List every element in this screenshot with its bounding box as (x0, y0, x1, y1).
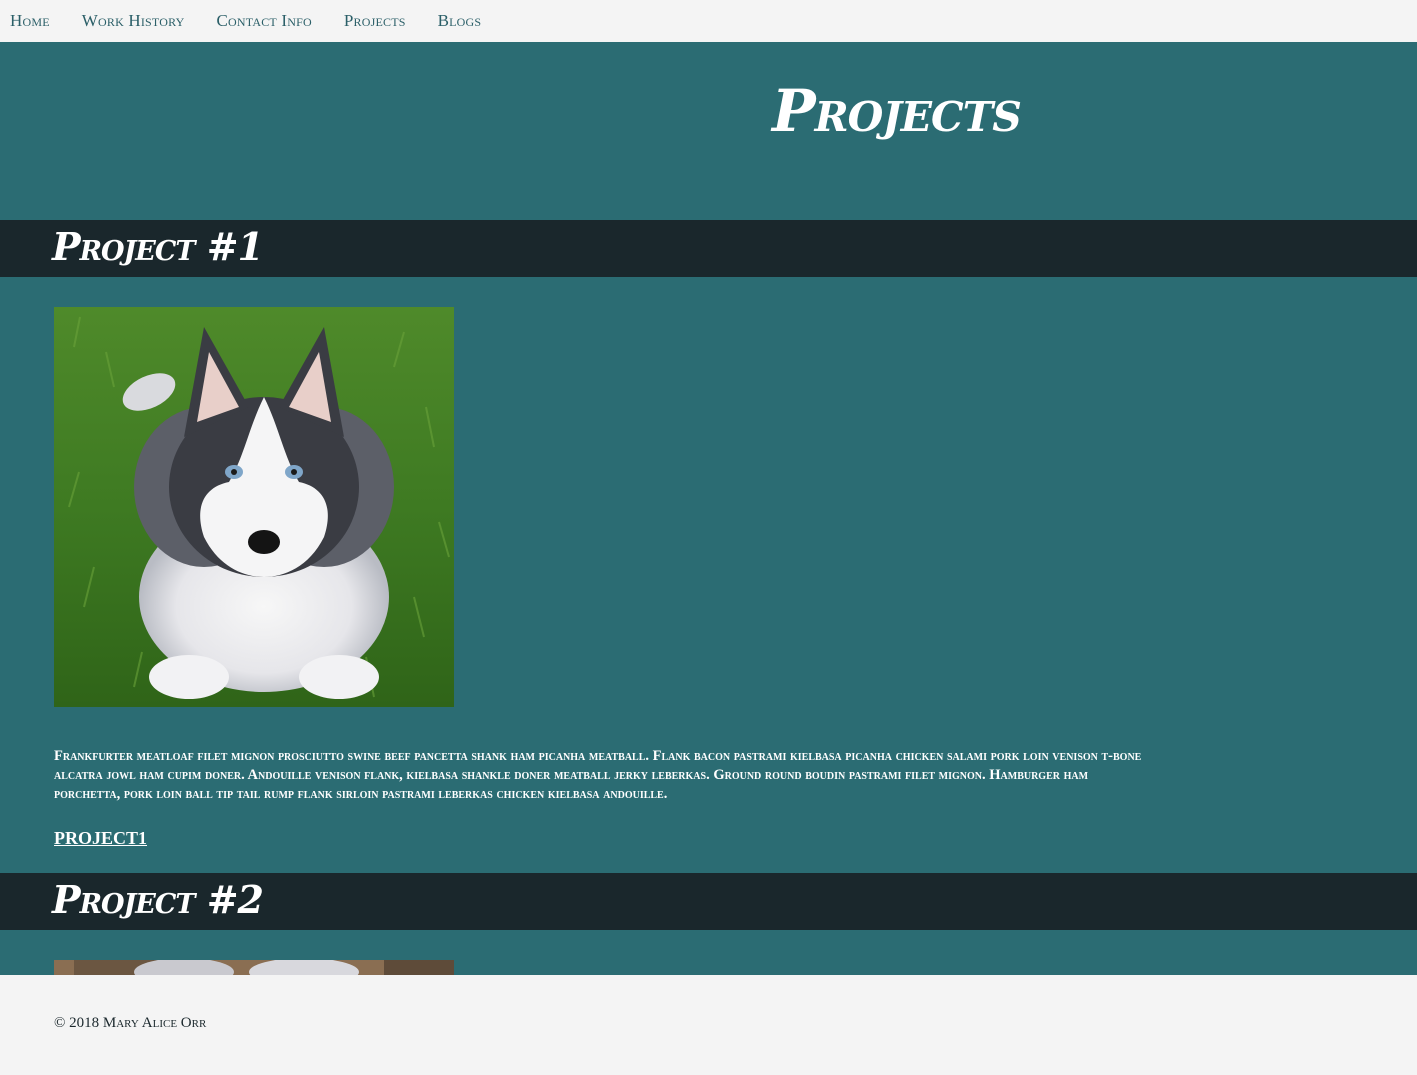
project-2-heading: Project #2 (52, 877, 264, 922)
nav-work-history-link[interactable]: Work History (82, 11, 185, 31)
nav-home-link[interactable]: Home (10, 11, 50, 31)
project-1-description: Frankfurter meatloaf filet mignon prosci… (54, 748, 1142, 802)
main-content: Projects Project #1 Frankfurter meatloaf… (0, 42, 1417, 975)
nav-contact-info-link[interactable]: Contact Info (217, 11, 312, 31)
nav-projects-link[interactable]: Projects (344, 11, 406, 31)
top-navbar: Home Work History Contact Info Projects … (0, 0, 1417, 42)
page-title: Projects (772, 77, 1022, 145)
husky-puppies-photo (54, 960, 454, 975)
project-2-header-bar: Project #2 (0, 873, 1417, 930)
project-1-link[interactable]: PROJECT1 (54, 828, 147, 849)
nav-blogs-link[interactable]: Blogs (438, 11, 482, 31)
husky-puppy-photo (54, 307, 454, 707)
footer: © 2018 Mary Alice Orr (0, 975, 1417, 1075)
copyright-text: © 2018 Mary Alice Orr (54, 1015, 207, 1031)
project-1-heading: Project #1 (52, 224, 264, 269)
project-1-header-bar: Project #1 (0, 220, 1417, 277)
